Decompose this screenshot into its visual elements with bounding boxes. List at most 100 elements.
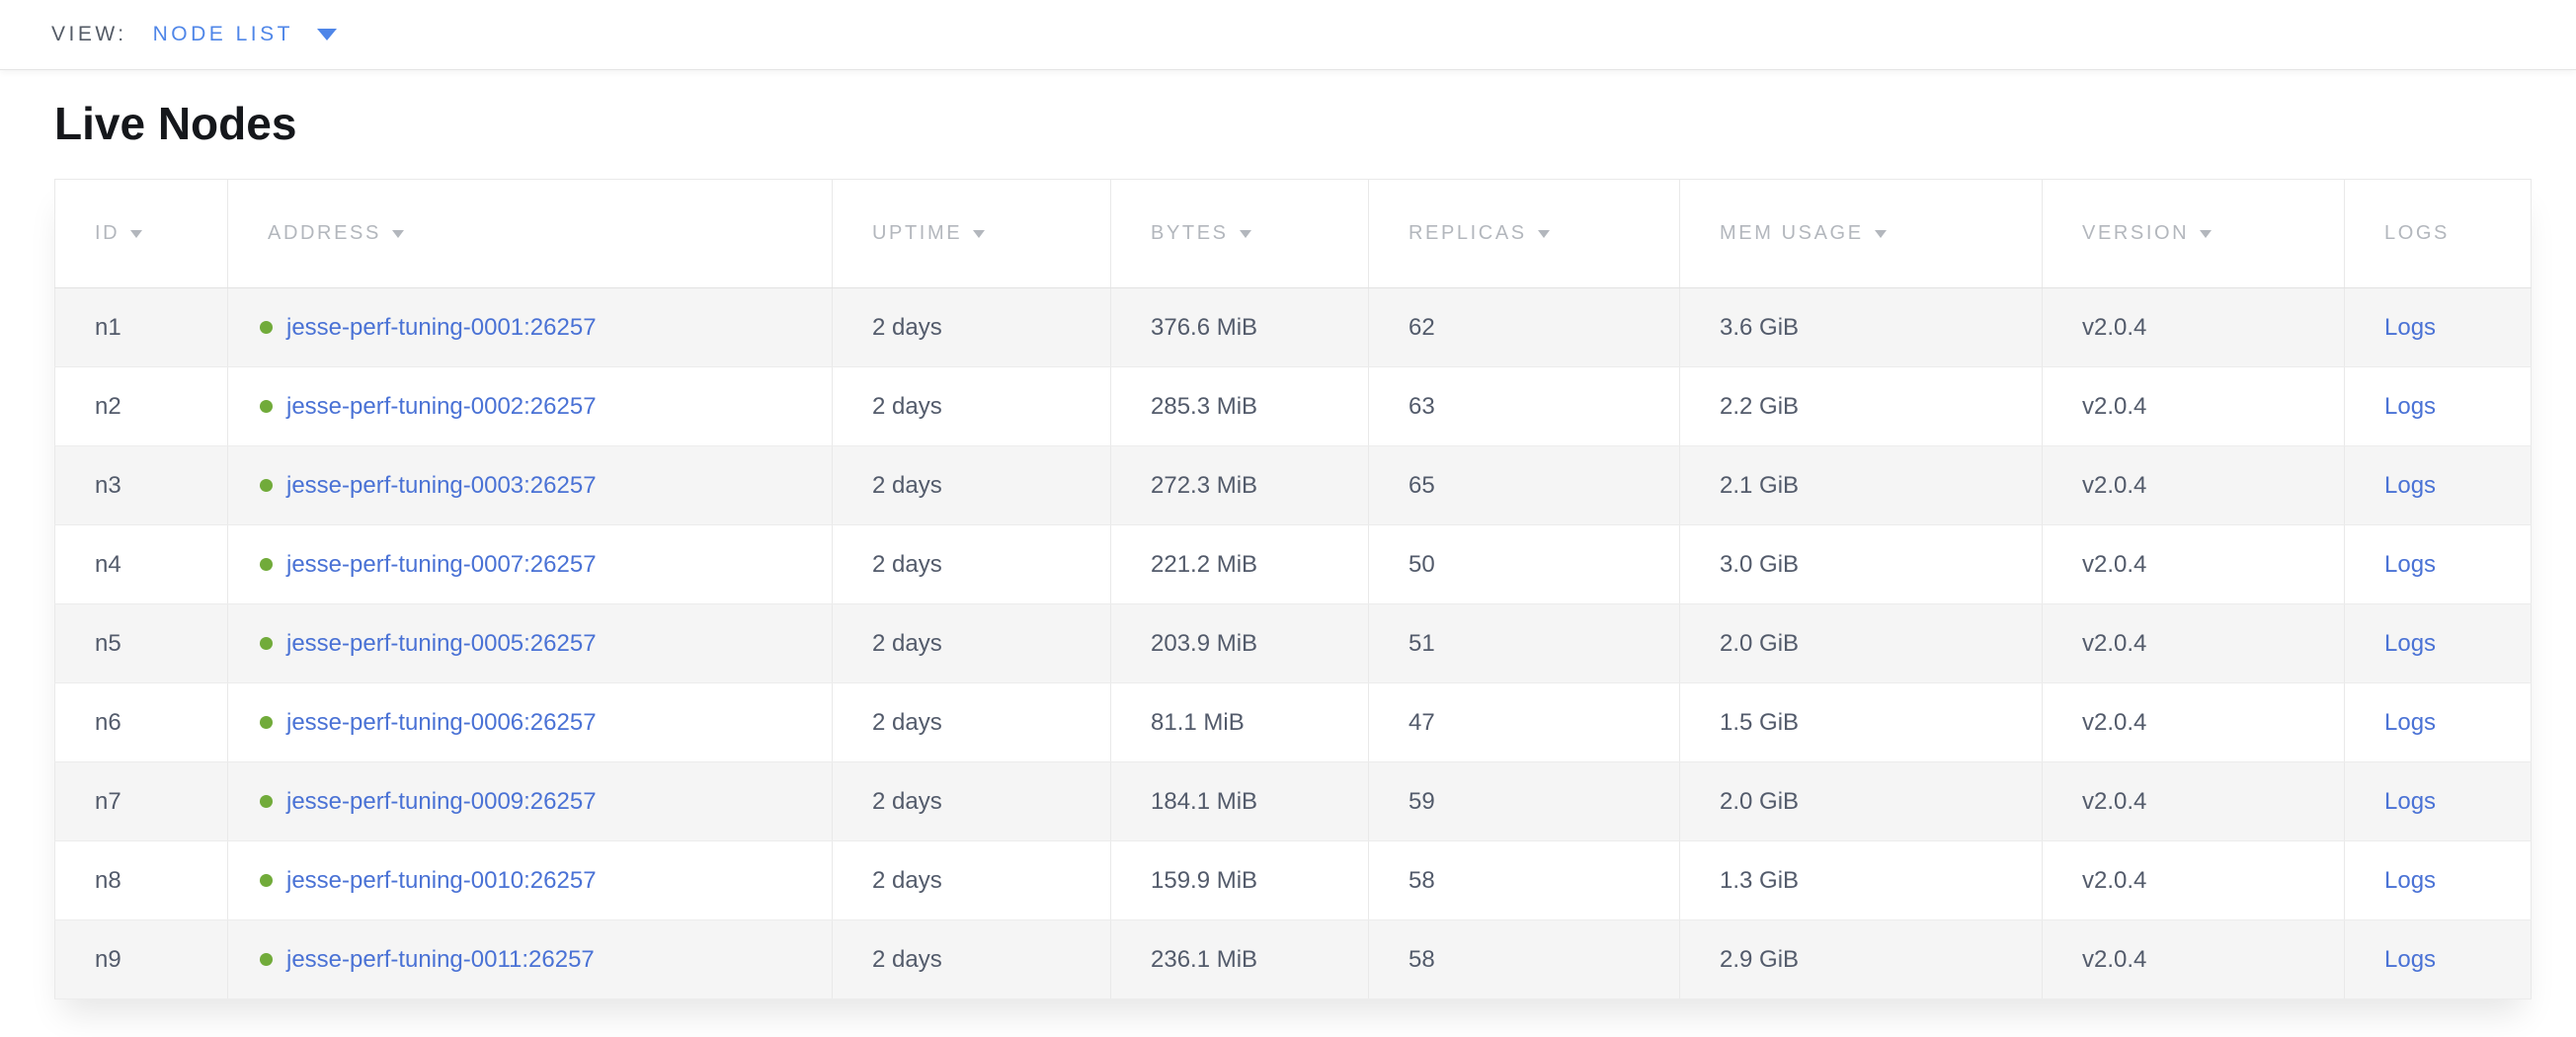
mem-usage-cell: 1.5 GiB <box>1680 683 2043 762</box>
bytes-cell: 81.1 MiB <box>1111 683 1369 762</box>
replicas-cell: 63 <box>1369 367 1680 446</box>
bytes-cell: 272.3 MiB <box>1111 446 1369 525</box>
view-label: VIEW: <box>51 23 127 46</box>
node-address-cell: jesse-perf-tuning-0009:26257 <box>228 762 833 841</box>
version-cell: v2.0.4 <box>2043 920 2345 999</box>
column-header-bytes[interactable]: BYTES <box>1111 180 1369 288</box>
node-id: n4 <box>95 551 121 578</box>
bytes-cell: 236.1 MiB <box>1111 920 1369 999</box>
view-topbar: VIEW: NODE LIST <box>0 0 2576 70</box>
logs-link[interactable]: Logs <box>2384 472 2436 499</box>
node-address-link[interactable]: jesse-perf-tuning-0006:26257 <box>286 709 597 736</box>
column-header-label: ADDRESS <box>268 222 381 244</box>
node-address-cell: jesse-perf-tuning-0011:26257 <box>228 920 833 999</box>
node-address-cell: jesse-perf-tuning-0002:26257 <box>228 367 833 446</box>
replicas-cell: 62 <box>1369 288 1680 367</box>
column-header-label: ID <box>95 222 120 244</box>
logs-link[interactable]: Logs <box>2384 551 2436 578</box>
live-status-icon <box>260 400 273 413</box>
node-address-link[interactable]: jesse-perf-tuning-0010:26257 <box>286 867 597 894</box>
node-id: n2 <box>95 393 121 420</box>
logs-link[interactable]: Logs <box>2384 946 2436 973</box>
node-id-cell: n2 <box>55 367 228 446</box>
node-address-cell: jesse-perf-tuning-0001:26257 <box>228 288 833 367</box>
version-cell: v2.0.4 <box>2043 604 2345 683</box>
live-status-icon <box>260 874 273 887</box>
logs-cell: Logs <box>2345 683 2532 762</box>
node-id-cell: n9 <box>55 920 228 999</box>
uptime-cell: 2 days <box>833 683 1111 762</box>
node-id: n7 <box>95 788 121 815</box>
logs-cell: Logs <box>2345 446 2532 525</box>
live-status-icon <box>260 321 273 334</box>
table-row: n3 jesse-perf-tuning-0003:26257 2 days 2… <box>55 446 2532 525</box>
logs-cell: Logs <box>2345 762 2532 841</box>
sort-caret-icon <box>392 230 404 238</box>
replicas-cell: 50 <box>1369 525 1680 604</box>
column-header-label: LOGS <box>2384 222 2450 244</box>
column-header-mem_usage[interactable]: MEM USAGE <box>1680 180 2043 288</box>
replicas-cell: 58 <box>1369 920 1680 999</box>
live-status-icon <box>260 795 273 808</box>
live-status-icon <box>260 558 273 571</box>
bytes-cell: 221.2 MiB <box>1111 525 1369 604</box>
logs-link[interactable]: Logs <box>2384 630 2436 657</box>
column-header-address[interactable]: ADDRESS <box>228 180 833 288</box>
node-address-cell: jesse-perf-tuning-0006:26257 <box>228 683 833 762</box>
mem-usage-cell: 1.3 GiB <box>1680 841 2043 920</box>
column-header-version[interactable]: VERSION <box>2043 180 2345 288</box>
node-address-link[interactable]: jesse-perf-tuning-0007:26257 <box>286 551 597 578</box>
node-id: n3 <box>95 472 121 499</box>
page-title: Live Nodes <box>54 98 2576 149</box>
node-id-cell: n5 <box>55 604 228 683</box>
table-row: n4 jesse-perf-tuning-0007:26257 2 days 2… <box>55 525 2532 604</box>
logs-cell: Logs <box>2345 367 2532 446</box>
node-address-link[interactable]: jesse-perf-tuning-0011:26257 <box>286 946 595 973</box>
column-header-uptime[interactable]: UPTIME <box>833 180 1111 288</box>
view-selector-dropdown[interactable]: NODE LIST <box>153 23 337 46</box>
view-selector-value: NODE LIST <box>153 23 293 46</box>
node-id: n6 <box>95 709 121 736</box>
sort-caret-icon <box>1538 230 1550 238</box>
table-row: n9 jesse-perf-tuning-0011:26257 2 days 2… <box>55 920 2532 999</box>
sort-caret-icon <box>1875 230 1887 238</box>
logs-cell: Logs <box>2345 841 2532 920</box>
live-status-icon <box>260 953 273 966</box>
node-address-cell: jesse-perf-tuning-0010:26257 <box>228 841 833 920</box>
node-address-link[interactable]: jesse-perf-tuning-0002:26257 <box>286 393 597 420</box>
live-status-icon <box>260 637 273 650</box>
logs-link[interactable]: Logs <box>2384 314 2436 341</box>
column-header-label: UPTIME <box>872 222 962 244</box>
version-cell: v2.0.4 <box>2043 762 2345 841</box>
bytes-cell: 184.1 MiB <box>1111 762 1369 841</box>
logs-link[interactable]: Logs <box>2384 788 2436 815</box>
column-header-replicas[interactable]: REPLICAS <box>1369 180 1680 288</box>
replicas-cell: 51 <box>1369 604 1680 683</box>
live-status-icon <box>260 716 273 729</box>
chevron-down-icon <box>317 29 337 40</box>
node-address-link[interactable]: jesse-perf-tuning-0003:26257 <box>286 472 597 499</box>
mem-usage-cell: 2.0 GiB <box>1680 762 2043 841</box>
node-id: n8 <box>95 867 121 894</box>
logs-link[interactable]: Logs <box>2384 867 2436 894</box>
version-cell: v2.0.4 <box>2043 288 2345 367</box>
live-status-icon <box>260 479 273 492</box>
logs-cell: Logs <box>2345 525 2532 604</box>
sort-caret-icon <box>130 230 142 238</box>
sort-caret-icon <box>973 230 985 238</box>
version-cell: v2.0.4 <box>2043 446 2345 525</box>
node-id-cell: n3 <box>55 446 228 525</box>
replicas-cell: 47 <box>1369 683 1680 762</box>
live-nodes-table-container: ID ADDRESS UPTIME BYTESREPLICASMEM USAGEVER… <box>54 179 2531 999</box>
column-header-id[interactable]: ID <box>55 180 228 288</box>
sort-caret-icon <box>1240 230 1251 238</box>
node-address-link[interactable]: jesse-perf-tuning-0001:26257 <box>286 314 597 341</box>
logs-link[interactable]: Logs <box>2384 709 2436 736</box>
node-id-cell: n6 <box>55 683 228 762</box>
version-cell: v2.0.4 <box>2043 367 2345 446</box>
logs-cell: Logs <box>2345 920 2532 999</box>
node-address-link[interactable]: jesse-perf-tuning-0009:26257 <box>286 788 597 815</box>
uptime-cell: 2 days <box>833 841 1111 920</box>
node-address-link[interactable]: jesse-perf-tuning-0005:26257 <box>286 630 597 657</box>
logs-link[interactable]: Logs <box>2384 393 2436 420</box>
